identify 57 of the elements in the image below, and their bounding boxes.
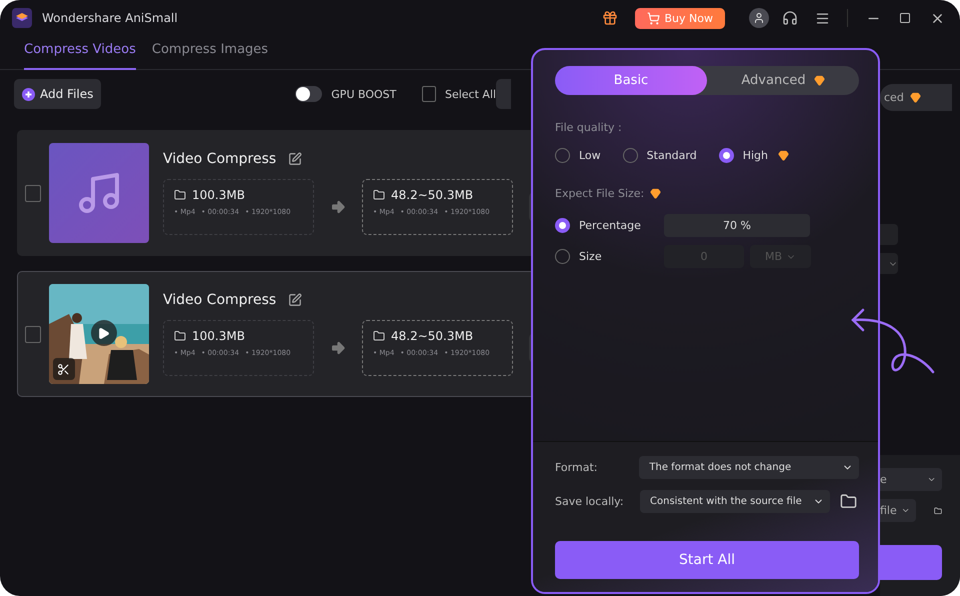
music-thumbnail-icon (48, 143, 149, 243)
folder-icon (373, 330, 385, 342)
mode-tab[interactable]: Basic (555, 66, 707, 95)
expect-size-label: Expect File Size: (555, 187, 644, 200)
field-stub[interactable] (880, 224, 898, 245)
scissors-icon[interactable] (52, 358, 75, 380)
user-icon[interactable] (749, 8, 769, 28)
mode-tab[interactable]: Advanced (707, 66, 859, 95)
arrow-right-icon (330, 199, 346, 215)
file-checkbox[interactable] (25, 184, 41, 202)
file-size: 48.2~50.3MB (391, 188, 474, 202)
window-title: Wondershare AniSmall (42, 11, 179, 25)
save-location-dropdown[interactable]: Consistent with the source file (640, 490, 830, 513)
folder-icon[interactable] (840, 493, 857, 510)
quality-radio[interactable] (718, 148, 734, 163)
tab[interactable]: Compress Images (152, 36, 268, 70)
quality-label: Low (579, 149, 601, 162)
size-mode-label: Size (579, 250, 603, 263)
size-mode-radio[interactable] (555, 218, 570, 233)
quality-label: Standard (646, 149, 697, 162)
file-size: 100.3MB (192, 188, 245, 202)
file-title: Video Compress (163, 151, 276, 167)
quality-radio[interactable] (622, 148, 638, 163)
folder-icon (373, 189, 385, 201)
format-dropdown[interactable]: e (880, 468, 942, 491)
format-dropdown[interactable]: The format does not change (639, 456, 859, 479)
edit-icon[interactable] (288, 152, 302, 166)
edit-icon[interactable] (288, 293, 302, 307)
select-all-checkbox[interactable] (422, 86, 436, 102)
cart-icon (646, 12, 660, 24)
add-icon (22, 88, 35, 100)
arrow-right-icon (330, 340, 346, 356)
gpu-boost-label: GPU BOOST (331, 88, 396, 100)
save-dropdown[interactable]: file (880, 499, 916, 522)
file-size: 100.3MB (192, 329, 245, 343)
file-size: 48.2~50.3MB (391, 329, 474, 343)
format-label: Format: (555, 461, 598, 474)
folder-icon (174, 189, 186, 201)
gpu-boost-toggle[interactable] (295, 86, 322, 102)
quality-radio[interactable] (555, 148, 570, 163)
quality-label: High (742, 149, 768, 162)
start-button[interactable] (880, 545, 942, 580)
gem-icon (910, 92, 921, 103)
start-all-button[interactable]: Start All (555, 541, 859, 579)
size-mode-label: Percentage (579, 219, 642, 232)
folder-icon (174, 330, 186, 342)
app-logo-icon (12, 8, 32, 28)
size-mode-radio[interactable] (555, 249, 570, 264)
save-locally-label: Save locally: (555, 495, 625, 508)
file-title: Video Compress (163, 292, 276, 308)
partial-tab[interactable]: ced (880, 84, 952, 111)
percentage-field[interactable]: 70 % (664, 214, 810, 237)
file-quality-label: File quality : (555, 121, 623, 134)
tab[interactable]: Compress Videos (24, 36, 136, 70)
add-files-button[interactable]: Add Files (14, 79, 102, 109)
select-all-label: Select All (444, 88, 496, 100)
file-checkbox[interactable] (25, 326, 41, 342)
